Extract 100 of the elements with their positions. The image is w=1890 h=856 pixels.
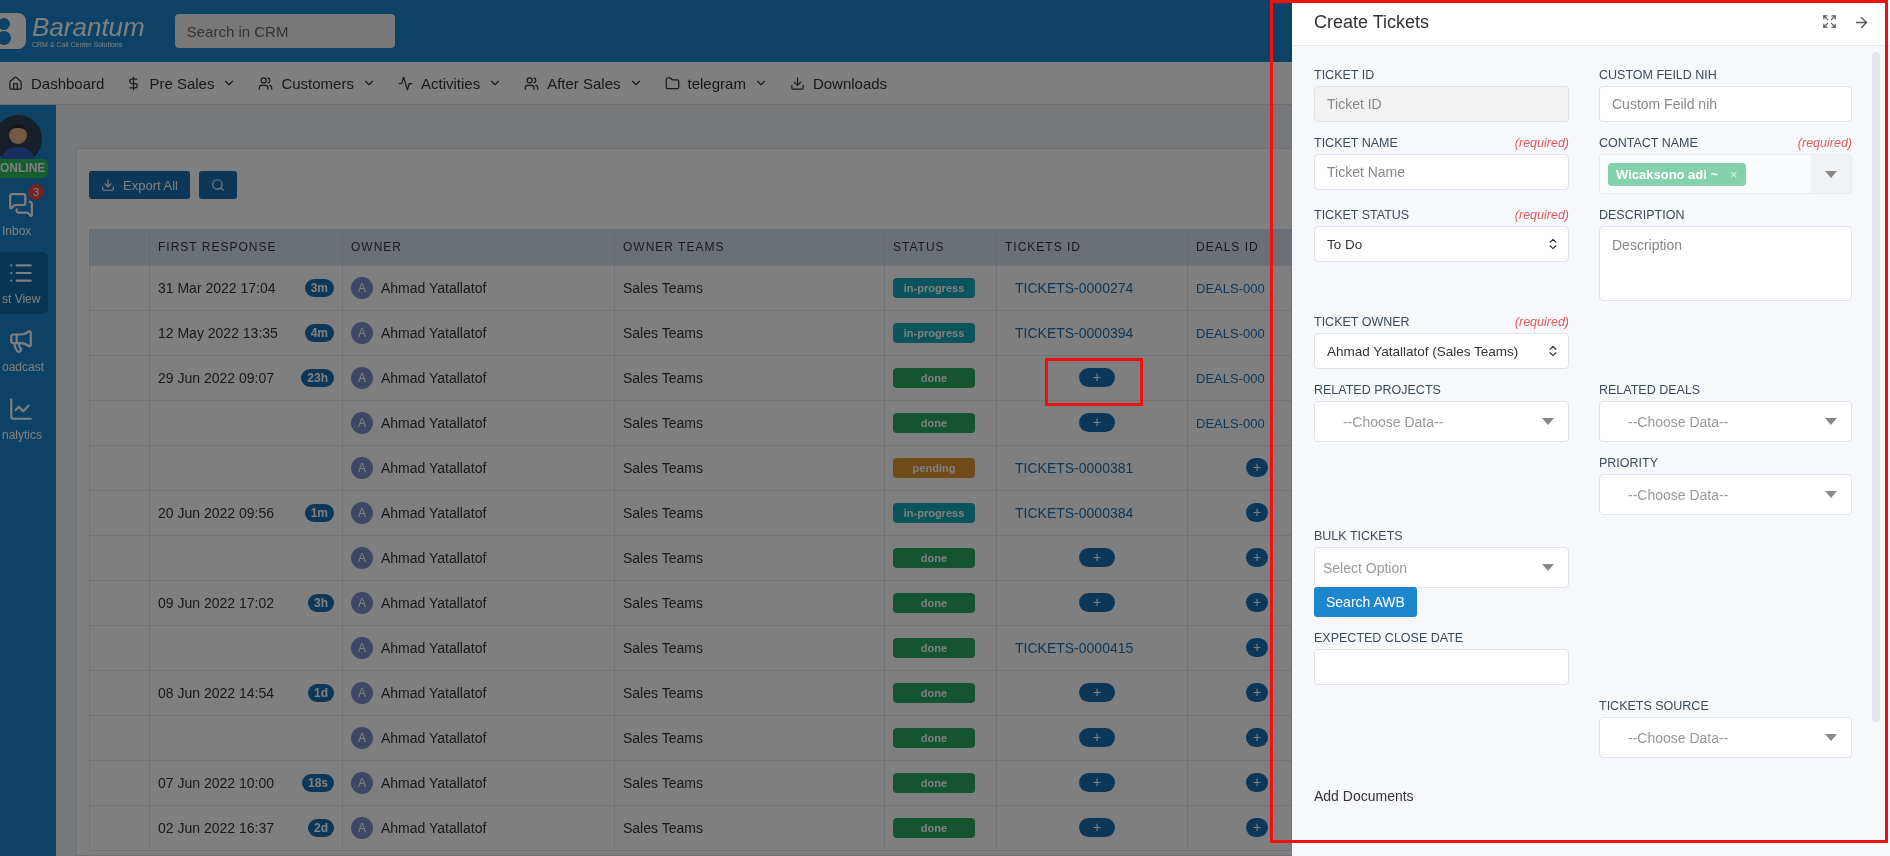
response-time: 29 Jun 2022 09:07 — [158, 369, 274, 386]
nav-item[interactable]: After Sales — [524, 74, 643, 92]
select-field[interactable]: To Do — [1314, 226, 1569, 262]
contact-tag[interactable]: Wicaksono adi ~ × — [1608, 162, 1746, 186]
owner-name: Ahmad Yatallatof — [381, 459, 487, 476]
owner-name: Ahmad Yatallatof — [381, 549, 487, 566]
status-badge: done — [893, 412, 975, 433]
add-button[interactable]: + — [1246, 593, 1268, 612]
owner-avatar: A — [351, 501, 373, 524]
field-label: TICKET OWNER — [1314, 315, 1410, 329]
sidebar-item[interactable]: 3 Inbox — [0, 184, 48, 246]
expand-icon[interactable] — [1822, 14, 1837, 29]
owner-avatar: A — [351, 546, 373, 569]
table-cell: Sales Teams — [614, 490, 885, 535]
caret-icon — [1825, 734, 1837, 741]
caret-icon — [1825, 491, 1837, 498]
add-button[interactable]: + — [1246, 683, 1268, 702]
response-time: 08 Jun 2022 14:54 — [158, 684, 274, 701]
select-field[interactable]: --Choose Data-- — [1599, 401, 1852, 442]
input-field[interactable] — [1314, 649, 1569, 685]
owner-avatar: A — [351, 456, 373, 479]
field-label: CONTACT NAME — [1599, 136, 1698, 150]
nav-item[interactable]: Downloads — [789, 74, 888, 92]
caret-icon — [1542, 418, 1554, 425]
status-badge: in-progress — [893, 322, 975, 343]
add-button[interactable]: + — [1079, 683, 1115, 702]
select-field[interactable]: --Choose Data-- — [1599, 474, 1852, 515]
home-icon — [8, 75, 23, 91]
elapsed-badge: 18s — [301, 773, 334, 792]
arrow-right-icon[interactable] — [1853, 14, 1870, 31]
export-button[interactable]: Export All — [89, 171, 190, 199]
sidebar-item[interactable]: nalytics — [0, 388, 48, 450]
owner-avatar: A — [351, 726, 373, 749]
select-field[interactable]: --Choose Data-- — [1314, 401, 1569, 442]
search-field[interactable]: Search in CRM — [174, 14, 395, 48]
field-label: TICKET STATUS — [1314, 208, 1410, 222]
sidebar-item[interactable]: st View — [0, 252, 48, 314]
status-badge: done — [893, 682, 975, 703]
select-field[interactable]: --Choose Data-- — [1599, 717, 1852, 758]
search-awb-button[interactable]: Search AWB — [1314, 587, 1417, 617]
field-label: TICKET NAME — [1314, 136, 1398, 150]
input-field[interactable]: Ticket Name — [1314, 154, 1569, 190]
required-note: (required) — [1514, 315, 1569, 329]
add-button[interactable]: + — [1246, 458, 1268, 477]
owner-name: Ahmad Yatallatof — [381, 279, 487, 296]
add-button[interactable]: + — [1079, 593, 1115, 612]
table-cell: Sales Teams — [614, 715, 885, 760]
add-button[interactable]: + — [1079, 548, 1115, 567]
status-badge: in-progress — [893, 277, 975, 298]
add-button[interactable]: + — [1079, 818, 1115, 837]
sidebar-item[interactable]: oadcast — [0, 320, 48, 382]
owner-name: Ahmad Yatallatof — [381, 729, 487, 746]
column-header: TICKETS ID — [996, 229, 1188, 265]
status-badge: done — [893, 727, 975, 748]
field-label: CUSTOM FEILD NIH — [1599, 68, 1717, 82]
users-icon — [258, 75, 274, 91]
add-button[interactable]: + — [1079, 368, 1115, 387]
owner-avatar: A — [351, 276, 373, 299]
status-badge: done — [893, 772, 975, 793]
add-button[interactable]: + — [1246, 818, 1268, 837]
nav-item[interactable]: Activities — [397, 74, 503, 92]
add-button[interactable]: + — [1246, 638, 1268, 657]
nav-item[interactable]: Customers — [258, 74, 376, 92]
nav-item[interactable]: Dashboard — [8, 74, 105, 92]
table-cell: Sales Teams — [614, 535, 885, 580]
status-badge: done — [893, 367, 975, 388]
owner-avatar: A — [351, 816, 373, 839]
input-field[interactable]: Description — [1599, 226, 1852, 301]
owner-avatar: A — [351, 636, 373, 659]
response-time: 07 Jun 2022 10:00 — [158, 774, 274, 791]
input-field[interactable]: Custom Feild nih — [1599, 86, 1852, 122]
caret-icon — [1542, 564, 1554, 571]
nav-item[interactable]: telegram — [664, 74, 768, 92]
select-field[interactable]: Ahmad Yatallatof (Sales Teams) — [1314, 333, 1569, 369]
response-time: 12 May 2022 13:35 — [158, 324, 278, 341]
add-button[interactable]: + — [1246, 548, 1268, 567]
owner-avatar: A — [351, 321, 373, 344]
add-button[interactable]: + — [1079, 728, 1115, 747]
count-badge: 3 — [28, 184, 44, 200]
column-header: DEALS ID — [1187, 229, 1292, 265]
panel-title: Create Tickets — [1314, 12, 1430, 33]
chat-icon — [8, 192, 34, 218]
tag-field[interactable]: Wicaksono adi ~ × — [1599, 154, 1852, 194]
add-button[interactable]: + — [1079, 773, 1115, 792]
add-button[interactable]: + — [1246, 773, 1268, 792]
select-field[interactable]: Select Option — [1314, 547, 1569, 588]
field-label: RELATED PROJECTS — [1314, 383, 1441, 397]
response-time: 20 Jun 2022 09:56 — [158, 504, 274, 521]
add-button[interactable]: + — [1246, 503, 1268, 522]
table-cell: Sales Teams — [614, 310, 885, 355]
caret-icon — [1825, 418, 1837, 425]
add-button[interactable]: + — [1079, 413, 1115, 432]
field-label: EXPECTED CLOSE DATE — [1314, 631, 1464, 645]
nav-item[interactable]: Pre Sales — [126, 74, 237, 92]
table-cell: Sales Teams — [614, 625, 885, 670]
status-badge: pending — [893, 457, 975, 478]
elapsed-badge: 2d — [308, 818, 334, 837]
search-button[interactable] — [198, 171, 237, 199]
add-button[interactable]: + — [1246, 728, 1268, 747]
owner-avatar: A — [351, 681, 373, 704]
